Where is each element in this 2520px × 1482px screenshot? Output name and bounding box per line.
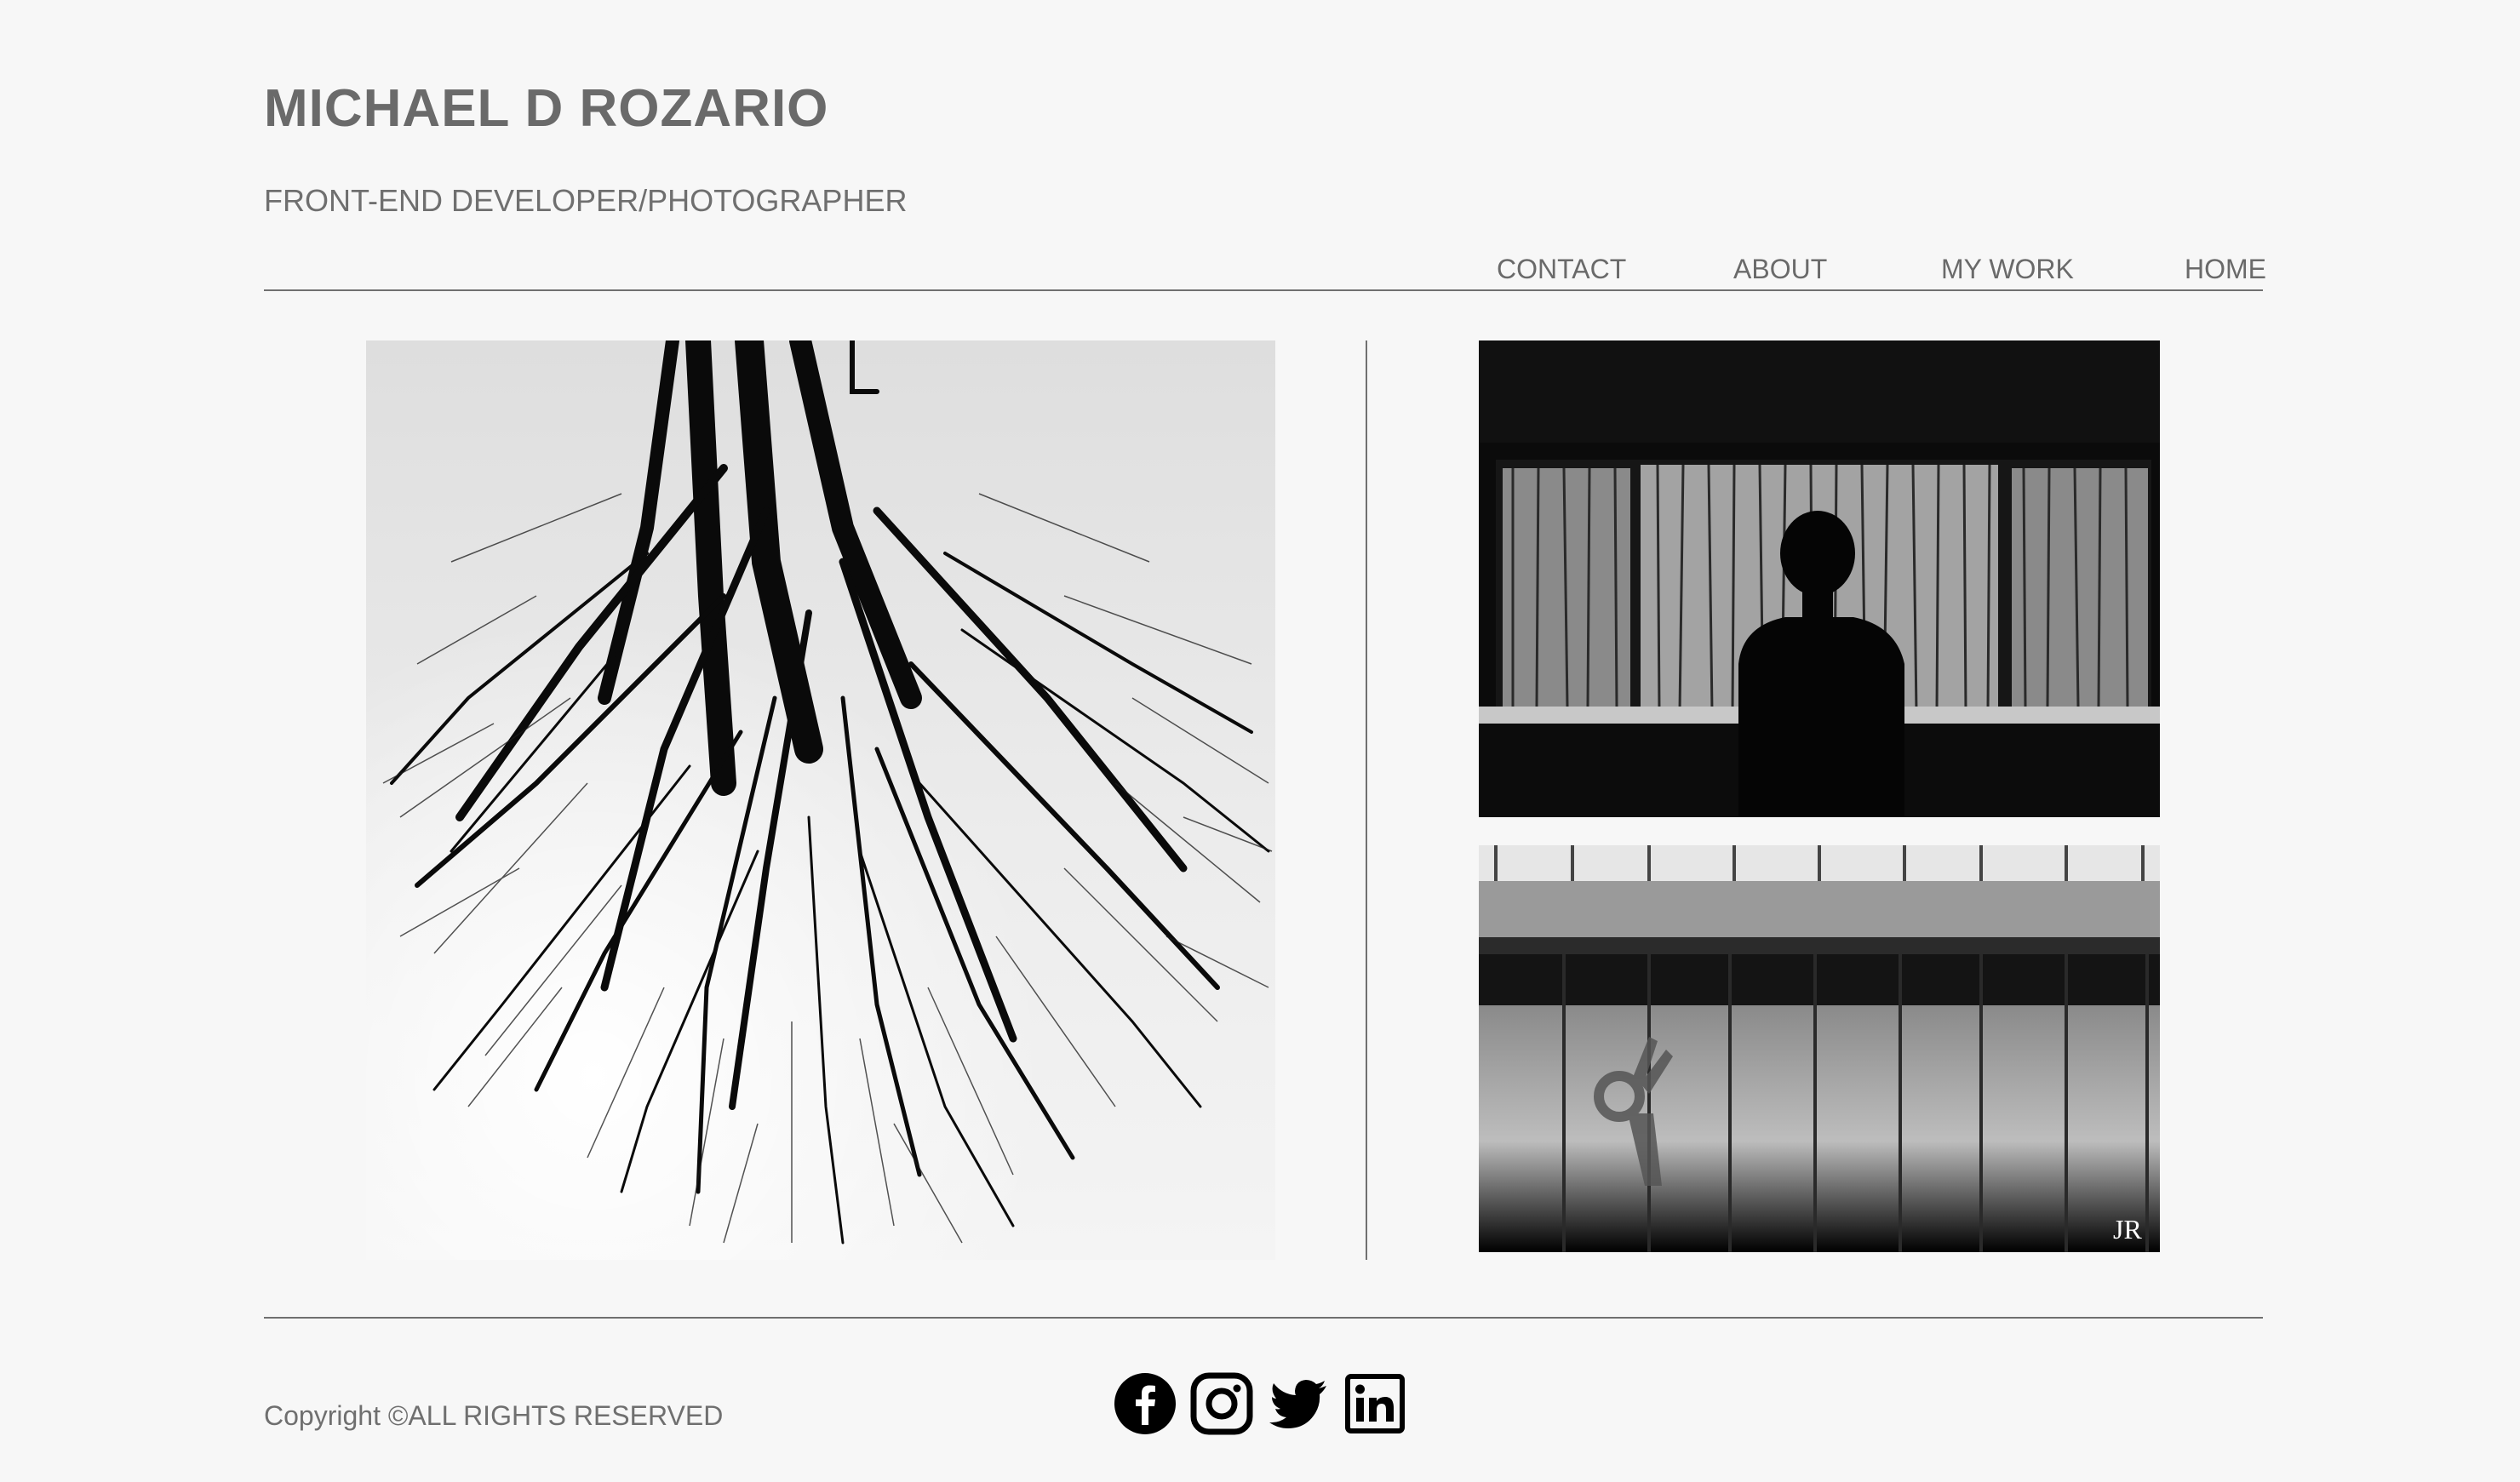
gallery-photo-hand-shadow[interactable]: JR xyxy=(1479,845,2160,1252)
twitter-icon xyxy=(1269,1380,1326,1428)
linkedin-link[interactable] xyxy=(1343,1372,1406,1435)
site-subtitle: FRONT-END DEVELOPER/PHOTOGRAPHER xyxy=(264,183,908,218)
page: MICHAEL D ROZARIO FRONT-END DEVELOPER/PH… xyxy=(0,0,2520,1482)
facebook-link[interactable] xyxy=(1114,1372,1177,1435)
nav-about-link[interactable]: ABOUT xyxy=(1733,254,1827,285)
tree-photo-image xyxy=(366,340,1275,1260)
footer-divider xyxy=(264,1317,2263,1319)
linkedin-icon xyxy=(1345,1374,1405,1433)
instagram-icon xyxy=(1190,1372,1253,1435)
gallery-photo-tree[interactable] xyxy=(366,340,1275,1260)
photo-watermark: JR xyxy=(2113,1214,2142,1245)
window-photo-image xyxy=(1479,340,2160,817)
header-divider xyxy=(264,289,2263,291)
copyright-text: Copyright ©ALL RIGHTS RESERVED xyxy=(264,1400,724,1431)
nav-my-work-link[interactable]: MY WORK xyxy=(1941,254,2074,285)
twitter-link[interactable] xyxy=(1267,1372,1330,1435)
facebook-icon xyxy=(1114,1373,1176,1434)
hand-shadow-photo-image: JR xyxy=(1479,845,2160,1252)
nav-contact-link[interactable]: CONTACT xyxy=(1497,254,1626,285)
gallery-photo-window[interactable] xyxy=(1479,340,2160,817)
instagram-link[interactable] xyxy=(1190,1372,1253,1435)
nav-home-link[interactable]: HOME xyxy=(2185,254,2266,285)
gallery-vertical-divider xyxy=(1366,340,1367,1260)
main-nav: CONTACT ABOUT MY WORK HOME xyxy=(1447,254,2266,291)
site-title: MICHAEL D ROZARIO xyxy=(264,79,829,138)
